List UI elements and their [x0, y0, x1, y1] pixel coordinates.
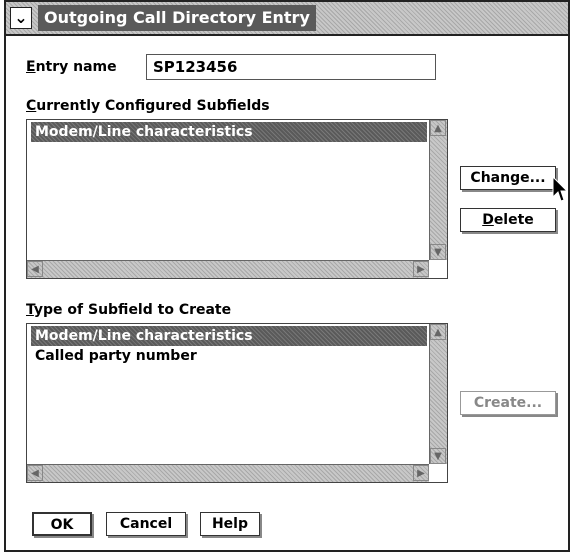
- horizontal-scrollbar[interactable]: ◀ ▶: [27, 260, 429, 278]
- entry-name-label: Entry name: [26, 59, 117, 75]
- title-bar[interactable]: ⌄ Outgoing Call Directory Entry: [6, 2, 568, 36]
- dialog-window: ⌄ Outgoing Call Directory Entry Entry na…: [4, 0, 570, 552]
- cancel-button[interactable]: Cancel: [106, 512, 186, 536]
- scroll-right-icon[interactable]: ▶: [413, 465, 429, 481]
- subfield-type-label: Type of Subfield to Create: [26, 302, 232, 318]
- delete-button[interactable]: Delete: [460, 208, 556, 232]
- ok-button[interactable]: OK: [32, 512, 92, 536]
- vertical-scrollbar[interactable]: ▲ ▼: [429, 120, 447, 260]
- vertical-scrollbar[interactable]: ▲ ▼: [429, 324, 447, 464]
- window-title: Outgoing Call Directory Entry: [38, 5, 316, 31]
- help-button[interactable]: Help: [200, 512, 260, 536]
- scroll-down-icon[interactable]: ▼: [430, 244, 446, 260]
- scrollbar-corner: [429, 464, 447, 482]
- change-button[interactable]: Change...: [460, 166, 556, 190]
- scroll-down-icon[interactable]: ▼: [430, 448, 446, 464]
- list-item[interactable]: Modem/Line characteristics: [31, 326, 427, 346]
- list-item[interactable]: Modem/Line characteristics: [31, 122, 427, 142]
- scroll-left-icon[interactable]: ◀: [27, 261, 43, 277]
- entry-name-field[interactable]: SP123456: [146, 54, 436, 80]
- create-button[interactable]: Create...: [460, 391, 556, 415]
- subfield-type-list[interactable]: Modem/Line characteristics Called party …: [26, 323, 448, 483]
- mouse-pointer-icon: [552, 176, 568, 202]
- horizontal-scrollbar[interactable]: ◀ ▶: [27, 464, 429, 482]
- list-item[interactable]: Called party number: [31, 346, 427, 366]
- scroll-up-icon[interactable]: ▲: [430, 324, 446, 340]
- system-menu-icon[interactable]: ⌄: [10, 7, 32, 29]
- scrollbar-corner: [429, 260, 447, 278]
- scroll-left-icon[interactable]: ◀: [27, 465, 43, 481]
- configured-subfields-list[interactable]: Modem/Line characteristics ▲ ▼ ◀ ▶: [26, 119, 448, 279]
- scroll-up-icon[interactable]: ▲: [430, 120, 446, 136]
- scroll-right-icon[interactable]: ▶: [413, 261, 429, 277]
- configured-subfields-label: Currently Configured Subfields: [26, 98, 270, 114]
